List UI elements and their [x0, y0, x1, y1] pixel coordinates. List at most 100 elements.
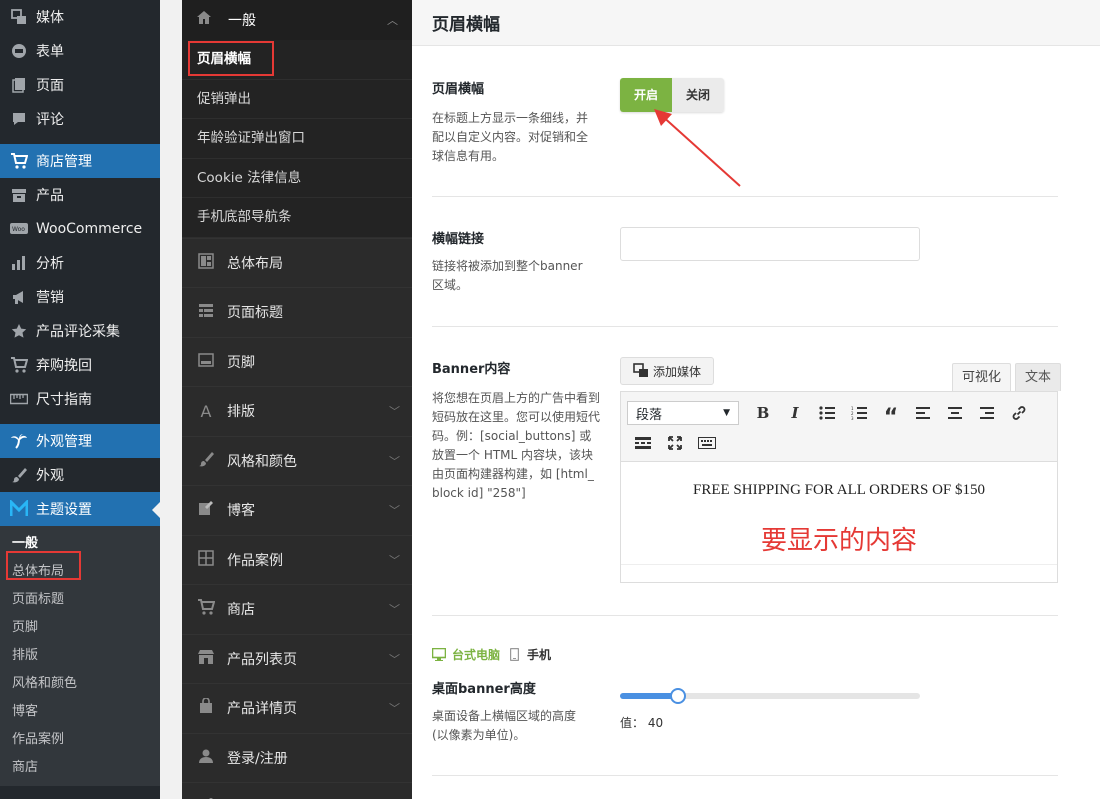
- toggle-on-button[interactable]: 开启: [620, 78, 673, 112]
- settings-nav-section[interactable]: 登录/注册: [182, 732, 412, 783]
- megaphone-icon: [10, 288, 28, 306]
- banner-link-input[interactable]: [620, 227, 920, 261]
- blockquote-icon[interactable]: “: [875, 399, 907, 430]
- page-title: 页眉横幅: [412, 0, 1100, 46]
- settings-subnav-item[interactable]: Cookie 法律信息: [182, 159, 412, 198]
- svg-text:Woo: Woo: [12, 226, 25, 233]
- wp-submenu-item[interactable]: 页面标题: [0, 586, 160, 614]
- numbered-list-icon[interactable]: 123: [843, 399, 875, 427]
- bag-icon: [196, 697, 216, 718]
- wp-menu-item[interactable]: 尺寸指南: [0, 382, 160, 416]
- settings-nav-section[interactable]: 产品列表页 ﹀: [182, 633, 412, 684]
- banner-height-value: 值： 40: [620, 714, 663, 731]
- editor-tabs: 可视化 文本: [952, 363, 1062, 391]
- settings-nav-section[interactable]: A 排版 ﹀: [182, 386, 412, 436]
- wp-menu-item[interactable]: 外观: [0, 458, 160, 492]
- bullet-list-icon[interactable]: [811, 399, 843, 427]
- settings-nav-section[interactable]: 风格和颜色 ﹀: [182, 435, 412, 486]
- banner-height-slider[interactable]: [620, 688, 920, 704]
- bold-icon[interactable]: B: [747, 399, 779, 427]
- link-icon[interactable]: [1003, 399, 1035, 427]
- settings-subnav-item[interactable]: 年龄验证弹出窗口: [182, 119, 412, 159]
- highlight-box: [188, 41, 274, 76]
- wp-submenu-item[interactable]: 作品案例: [0, 726, 160, 754]
- annotation-arrow-icon: [654, 109, 741, 187]
- wp-menu-item[interactable]: 评论: [0, 102, 160, 136]
- settings-nav-section[interactable]: 总体布局: [182, 237, 412, 288]
- wp-menu-item[interactable]: 表单: [0, 34, 160, 68]
- settings-nav-section[interactable]: 商店 ﹀: [182, 584, 412, 634]
- wp-submenu-item[interactable]: 商店: [0, 754, 160, 782]
- settings-nav-section[interactable]: 社交资料: [182, 782, 412, 799]
- settings-nav-general[interactable]: 一般 ︿: [182, 0, 412, 40]
- banner-toggle-label: 页眉横幅: [432, 82, 485, 97]
- wp-menu-item[interactable]: 外观管理: [0, 424, 160, 458]
- settings-nav-section[interactable]: 产品详情页 ﹀: [182, 683, 412, 733]
- align-left-icon[interactable]: [907, 399, 939, 427]
- banner-toggle[interactable]: 开启 关闭: [620, 78, 725, 112]
- read-more-icon[interactable]: [627, 429, 659, 457]
- tab-visual[interactable]: 可视化: [952, 363, 1012, 391]
- wp-menu-item[interactable]: Woo WooCommerce: [0, 212, 160, 246]
- add-media-button[interactable]: 添加媒体: [620, 357, 715, 385]
- settings-nav-section-label: 商店: [227, 602, 255, 619]
- editor-content[interactable]: FREE SHIPPING FOR ALL ORDERS OF $150 要显示…: [621, 462, 1057, 564]
- store-icon: [196, 649, 216, 669]
- settings-nav-section-label: 作品案例: [227, 552, 283, 569]
- wp-menu-label: 营销: [36, 290, 64, 306]
- wp-submenu-item[interactable]: 风格和颜色: [0, 670, 160, 698]
- toggle-off-button[interactable]: 关闭: [672, 78, 725, 112]
- italic-icon[interactable]: I: [779, 399, 811, 427]
- settings-nav-section[interactable]: 页面标题: [182, 287, 412, 337]
- comment-icon: [10, 110, 28, 128]
- wp-menu-item[interactable]: 产品: [0, 178, 160, 212]
- wp-menu-label: 主题设置: [36, 502, 92, 518]
- palm-icon: [10, 432, 28, 450]
- wp-menu-item[interactable]: 商店管理: [0, 144, 160, 178]
- user-icon: [196, 748, 216, 768]
- divider: [432, 196, 1058, 197]
- settings-subnav-item[interactable]: 手机底部导航条: [182, 198, 412, 238]
- settings-subnav-item[interactable]: 促销弹出: [182, 80, 412, 119]
- align-center-icon[interactable]: [939, 399, 971, 427]
- wp-menu-item[interactable]: 分析: [0, 246, 160, 280]
- settings-nav-section[interactable]: 作品案例 ﹀: [182, 534, 412, 585]
- wp-menu-item[interactable]: 页面: [0, 68, 160, 102]
- wp-menu-item[interactable]: 媒体: [0, 0, 160, 34]
- value-label: 值：: [620, 716, 645, 730]
- wp-submenu-item[interactable]: 排版: [0, 642, 160, 670]
- chevron-down-icon: ﹀: [389, 702, 400, 716]
- wp-menu-label: 表单: [36, 44, 64, 60]
- wp-menu-item[interactable]: 主题设置: [0, 492, 160, 526]
- wp-admin-sidebar: 媒体表单页面 评论 商店管理 产品 Woo WooCommerce 分析营销产品评论采集弃…: [0, 0, 160, 799]
- fullscreen-icon[interactable]: [659, 429, 691, 457]
- divider: [432, 326, 1058, 327]
- desktop-icon: [432, 648, 446, 661]
- wp-menu-item[interactable]: 营销: [0, 280, 160, 314]
- wp-menu-label: WooCommerce: [36, 221, 143, 237]
- tab-mobile[interactable]: 手机: [510, 646, 551, 663]
- banner-link-desc: 链接将被添加到整个banner区域。: [432, 259, 583, 292]
- settings-nav-section[interactable]: 页脚: [182, 336, 412, 387]
- wp-menu-item[interactable]: 产品评论采集: [0, 314, 160, 348]
- banner-toggle-desc: 在标题上方显示一条细线，并配以自定义内容。对促销和全球信息有用。: [432, 111, 589, 163]
- settings-nav-section-label: 产品列表页: [227, 651, 297, 668]
- toolbar-toggle-icon[interactable]: [691, 429, 723, 457]
- wp-menu-item[interactable]: 弃购挽回: [0, 348, 160, 382]
- align-right-icon[interactable]: [971, 399, 1003, 427]
- grid-icon: [196, 550, 216, 570]
- cart-return-icon: [10, 356, 28, 374]
- settings-nav-section[interactable]: 博客 ﹀: [182, 485, 412, 535]
- highlight-box: [6, 551, 81, 580]
- format-select[interactable]: 段落 ▼: [627, 401, 739, 425]
- wp-menu-label: 外观: [36, 468, 64, 484]
- tab-desktop[interactable]: 台式电脑: [432, 646, 500, 663]
- settings-nav-section-label: 登录/注册: [227, 750, 288, 767]
- settings-nav-section-label: 产品详情页: [227, 701, 297, 718]
- media-icon: [633, 362, 649, 381]
- tab-text[interactable]: 文本: [1015, 363, 1062, 391]
- wp-submenu-item[interactable]: 页脚: [0, 614, 160, 642]
- mobile-icon: [510, 648, 520, 661]
- brush-icon: [10, 466, 28, 484]
- wp-submenu-item[interactable]: 博客: [0, 698, 160, 726]
